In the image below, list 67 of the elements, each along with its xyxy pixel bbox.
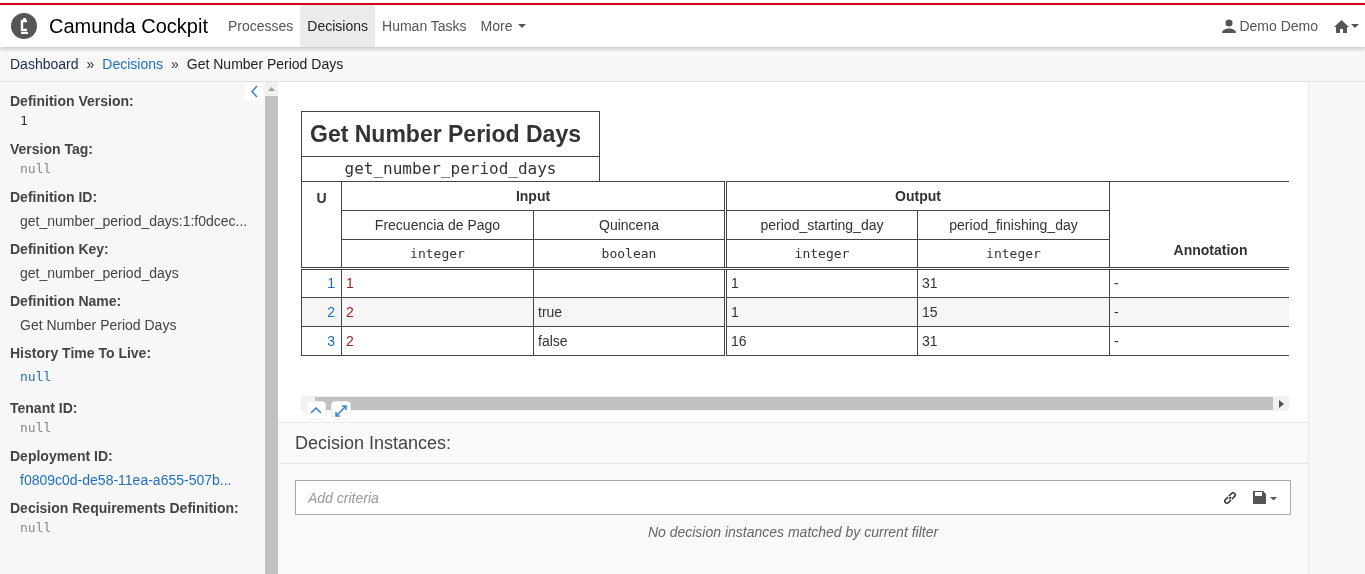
breadcrumb-separator: » [171, 54, 179, 74]
table-cell: 2 [341, 326, 534, 356]
field-value: null [19, 519, 52, 537]
collapse-up-button[interactable] [306, 401, 326, 420]
table-cell: 31 [917, 268, 1110, 298]
field-label: Decision Requirements Definition: [10, 499, 240, 517]
rule-number: 2 [301, 297, 342, 327]
deployment-link[interactable]: f0809c0d-de58-11ea-a655-507b... [10, 471, 232, 489]
table-header: Output [725, 181, 1110, 211]
rule-number: 3 [301, 326, 342, 356]
link-icon[interactable] [1223, 491, 1237, 505]
breadcrumb-link[interactable]: Decisions [102, 53, 163, 75]
table-id: get_number_period_days [344, 158, 557, 180]
field-value: Get Number Period Days [19, 316, 177, 334]
field-label: Deployment ID: [10, 447, 114, 465]
table-title: Get Number Period Days [310, 119, 581, 149]
scroll-right-icon[interactable] [1278, 399, 1284, 408]
table-cell: 1 [341, 268, 534, 298]
horizontal-scrollbar[interactable] [301, 396, 1289, 411]
caret-icon [1351, 24, 1359, 28]
field-value: null [19, 160, 52, 178]
save-icon[interactable] [1253, 491, 1279, 504]
expand-icon [335, 404, 347, 417]
section-heading: Decision Instances: [295, 431, 452, 455]
field-label: Definition ID: [10, 188, 99, 206]
logo-icon[interactable] [11, 13, 37, 39]
table-cell: 15 [917, 297, 1110, 327]
field-value: get_number_period_days:1:f0dcec... [19, 212, 248, 230]
field-label: Tenant ID: [10, 399, 79, 417]
home-icon [1334, 19, 1349, 33]
caret-icon [517, 24, 526, 28]
table-cell: 16 [725, 326, 918, 356]
column-header: period_starting_day [725, 210, 918, 240]
sidebar-scrollbar[interactable] [265, 82, 278, 574]
brand-link[interactable]: Camunda Cockpit [49, 11, 208, 41]
search-field[interactable]: Add criteria [295, 480, 1291, 515]
nav-tab[interactable]: More [473, 5, 533, 47]
breadcrumb-current: Get Number Period Days [186, 54, 344, 74]
empty-message: No decision instances matched by current filter [647, 523, 939, 542]
field-label: History Time To Live: [10, 344, 153, 362]
collapse-button[interactable] [245, 83, 263, 100]
table-cell: 2 [341, 297, 534, 327]
nav-tab[interactable]: Processes [220, 5, 301, 47]
user-menu[interactable]: Demo Demo [1222, 15, 1318, 37]
table-cell: 31 [917, 326, 1110, 356]
field-value: null [19, 419, 52, 437]
editable-value[interactable]: null [10, 368, 52, 386]
user-icon [1222, 19, 1237, 33]
breadcrumb-link[interactable]: Dashboard [10, 53, 79, 75]
table-header: Input [341, 181, 726, 211]
field-label: Definition Version: [10, 92, 135, 110]
field-value: 1 [19, 112, 28, 130]
home-menu-button[interactable] [1334, 19, 1359, 33]
nav-tab[interactable]: Decisions [300, 5, 376, 47]
column-header: Frecuencia de Pago [341, 210, 534, 240]
nav-tab[interactable]: Human Tasks [375, 5, 474, 47]
field-label: Version Tag: [10, 140, 94, 158]
breadcrumb-separator: » [86, 54, 95, 74]
scroll-up-icon[interactable] [268, 87, 275, 91]
expand-button[interactable] [331, 401, 351, 420]
chevron-up-icon [310, 407, 322, 414]
chevron-left-icon [249, 85, 259, 98]
user-name: Demo Demo [1239, 16, 1318, 36]
field-label: Definition Name: [10, 292, 123, 310]
field-value: get_number_period_days [19, 264, 179, 282]
field-label: Definition Key: [10, 240, 110, 258]
rule-number: 1 [301, 268, 342, 298]
